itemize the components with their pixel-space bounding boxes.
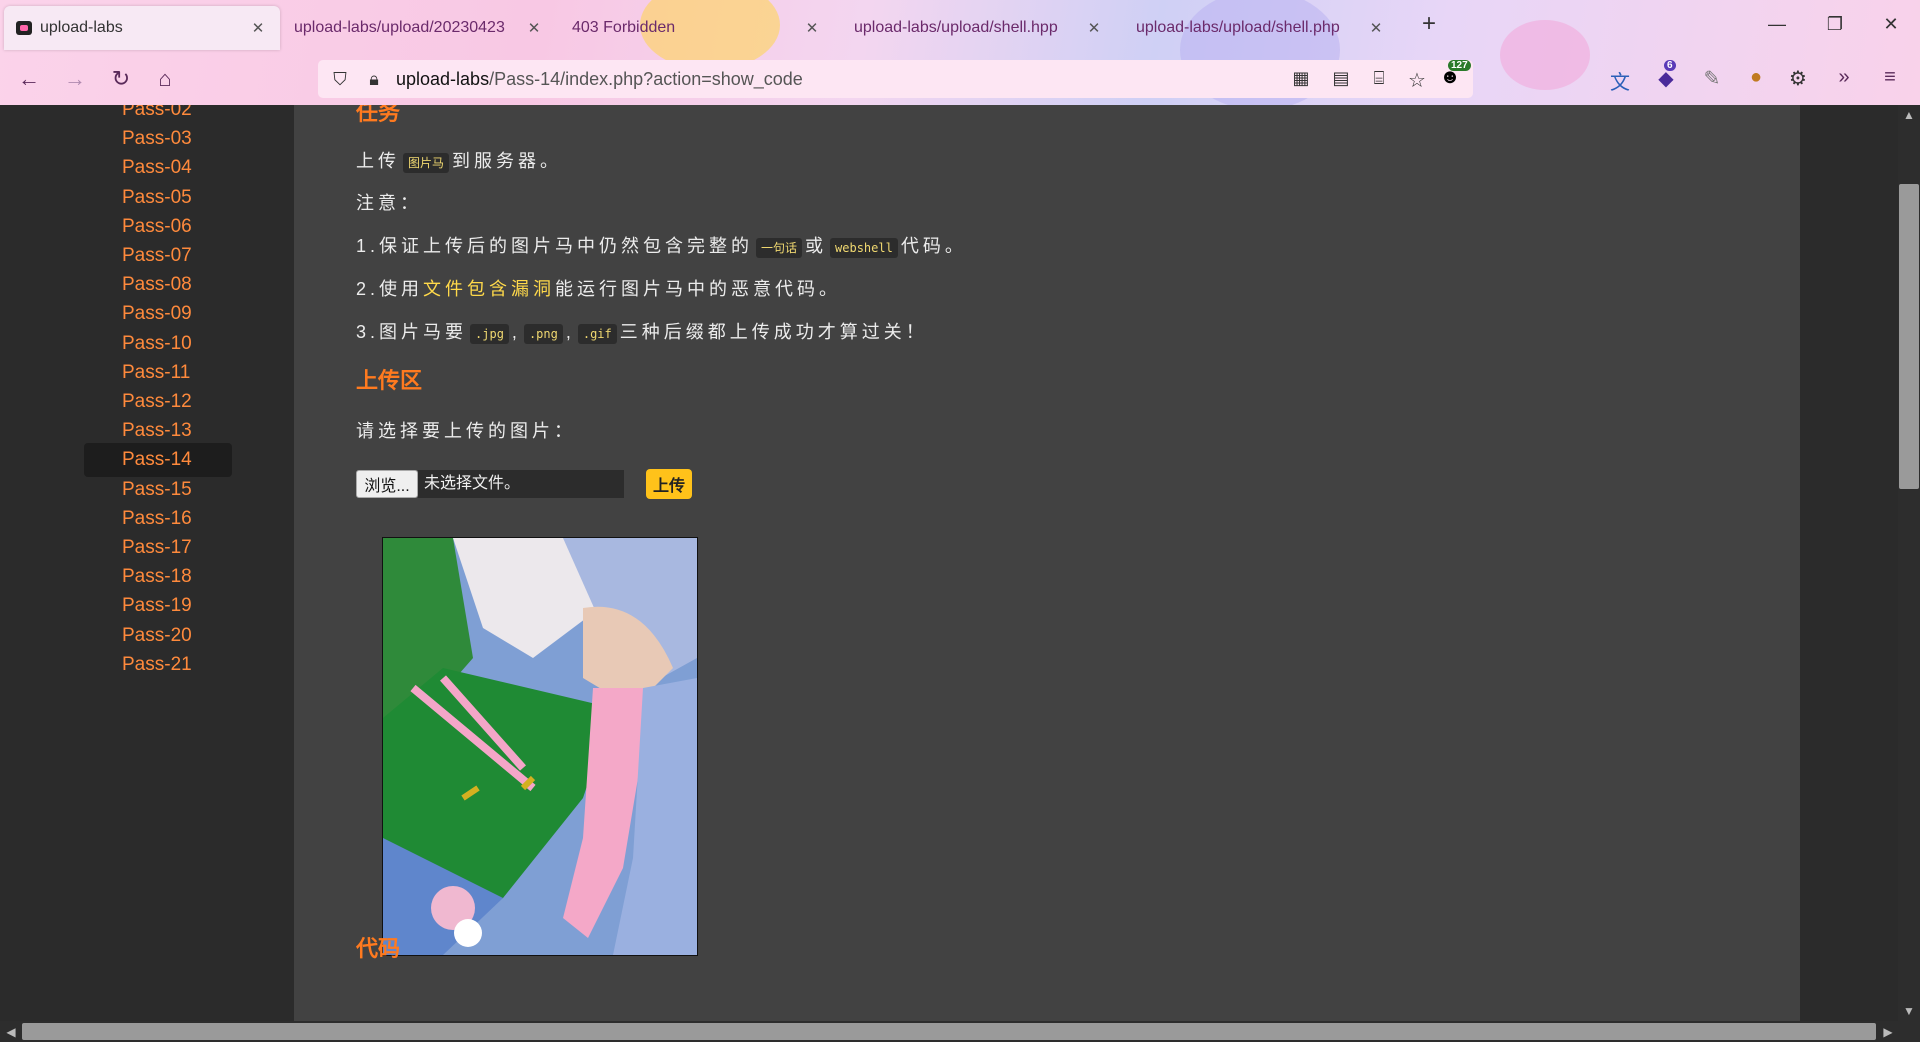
preview-image	[383, 538, 697, 955]
page-info-icon[interactable]: 🔒︎	[362, 69, 386, 90]
tab-title: upload-labs/upload/shell.hpp	[854, 19, 1058, 36]
main-panel: 任务 上传 图片马 到服务器。 注意： 1.保证上传后的图片马中仍然包含完整的 一句话…	[294, 105, 1800, 1021]
sidebar: Pass-02 Pass-03 Pass-04 Pass-05 Pass-06 Pass-…	[0, 105, 294, 1021]
note-label: 注意：	[356, 193, 422, 213]
shield-icon[interactable]: ⛉	[328, 69, 352, 90]
scroll-right-arrow-icon[interactable]: ▶	[1878, 1025, 1898, 1039]
code-tag: 图片马	[403, 153, 450, 173]
file-inclusion-link[interactable]: 文件包含漏洞	[423, 279, 555, 299]
extension-badge: 127	[1448, 60, 1471, 71]
url-path: /Pass-14/index.php?action=show_code	[489, 68, 803, 89]
tab-upload-labs[interactable]: upload-labs ✕	[4, 6, 280, 50]
cookie-icon[interactable]: ●	[1742, 66, 1770, 89]
rule-text: 2.使用	[356, 279, 424, 299]
browser-chrome: upload-labs ✕ upload-labs/upload/2023042…	[0, 0, 1920, 105]
rule-2: 2.使用文件包含漏洞能运行图片马中的恶意代码。	[356, 275, 841, 301]
overflow-chevron-icon[interactable]: »	[1830, 66, 1858, 89]
task-heading: 任务	[356, 105, 401, 125]
uploaded-image-preview	[382, 537, 698, 956]
code-tag: .jpg	[470, 324, 509, 344]
tab-title: upload-labs	[40, 19, 123, 36]
rule-text: 三种后缀都上传成功才算过关！	[619, 322, 928, 342]
extension-gear-icon[interactable]: ⚙	[1784, 66, 1812, 91]
new-tab-button[interactable]: +	[1414, 10, 1444, 38]
close-icon[interactable]: ✕	[248, 19, 268, 37]
horizontal-scroll-thumb[interactable]	[22, 1023, 1876, 1040]
code-tag: .png	[523, 324, 563, 344]
extension-badge: 6	[1664, 60, 1676, 71]
extension-puzzle-icon[interactable]: ✎	[1698, 66, 1726, 91]
rule-text: 3.图片马要	[356, 322, 468, 342]
tab-shell-hpp[interactable]: upload-labs/upload/shell.hpp ✕	[842, 6, 1116, 50]
home-icon[interactable]: ⌂	[150, 66, 180, 92]
extension-diamond-icon[interactable]: ◆ 6	[1652, 60, 1680, 91]
bookmark-star-icon[interactable]: ☆	[1404, 68, 1430, 93]
rule-text: 能运行图片马中的恶意代码。	[555, 279, 842, 299]
file-upload-row: 浏览... 未选择文件。 上传	[356, 469, 692, 499]
close-icon[interactable]: ✕	[524, 19, 544, 37]
reload-icon[interactable]: ↻	[106, 66, 136, 92]
forward-arrow-icon[interactable]: →	[60, 66, 90, 92]
task-text: 到服务器。	[452, 151, 563, 171]
scroll-down-arrow-icon[interactable]: ▼	[1899, 1004, 1919, 1018]
close-icon[interactable]: ✕	[802, 19, 822, 37]
choose-label: 请选择要上传的图片：	[356, 421, 576, 441]
navigation-bar: ← → ↻ ⌂ ⛉ 🔒︎ upload-labs/Pass-14/index.p…	[0, 54, 1920, 105]
tab-403-forbidden[interactable]: 403 Forbidden ✕	[560, 6, 834, 50]
code-heading: 代码	[356, 936, 401, 961]
code-tag: 一句话	[756, 238, 803, 258]
code-tag: webshell	[830, 238, 898, 258]
translate-icon[interactable]: ⌸	[1366, 68, 1392, 89]
translate-extension-icon[interactable]: 文	[1606, 66, 1634, 95]
back-arrow-icon[interactable]: ←	[14, 66, 44, 92]
browse-button[interactable]: 浏览...	[356, 470, 418, 498]
page-content: Pass-02 Pass-03 Pass-04 Pass-05 Pass-06 Pass-…	[0, 105, 1898, 1021]
task-text: 上传	[356, 151, 400, 171]
upload-heading: 上传区	[356, 368, 423, 393]
rule-text: 1.保证上传后的图片马中仍然包含完整的	[356, 236, 754, 256]
window-close-icon[interactable]: ✕	[1876, 14, 1906, 35]
upload-button[interactable]: 上传	[646, 469, 692, 499]
reader-view-icon[interactable]: ▤	[1328, 68, 1354, 89]
rule-1: 1.保证上传后的图片马中仍然包含完整的 一句话或 webshell 代码。	[356, 232, 967, 258]
rule-text: ,	[565, 322, 575, 342]
close-icon[interactable]: ✕	[1084, 19, 1104, 37]
tab-title: upload-labs/upload/shell.php	[1136, 19, 1340, 36]
menu-icon[interactable]: ≡	[1876, 66, 1904, 89]
code-tag: .gif	[577, 324, 617, 344]
task-line: 上传 图片马 到服务器。	[356, 147, 562, 173]
sidebar-item-pass-21[interactable]: Pass-21	[84, 648, 232, 682]
rule-text: ,	[511, 322, 521, 342]
scroll-up-arrow-icon[interactable]: ▲	[1899, 108, 1919, 122]
rule-text: 代码。	[900, 236, 967, 256]
rule-text: 或	[805, 236, 828, 256]
url-host: upload-labs	[396, 68, 490, 89]
tab-shell-php[interactable]: upload-labs/upload/shell.php ✕	[1124, 6, 1398, 50]
file-name-field[interactable]: 未选择文件。	[418, 470, 624, 498]
tab-title: upload-labs/upload/20230423	[294, 19, 505, 36]
rule-3: 3.图片马要 .jpg, .png, .gif 三种后缀都上传成功才算过关！	[356, 318, 928, 344]
minimize-icon[interactable]: —	[1762, 14, 1792, 35]
restore-icon[interactable]: ❐	[1820, 14, 1850, 35]
extension-avatar-icon[interactable]: ☻ 127	[1436, 60, 1471, 89]
qr-code-icon[interactable]: ▦	[1288, 68, 1314, 89]
vertical-scroll-thumb[interactable]	[1899, 184, 1919, 489]
scroll-left-arrow-icon[interactable]: ◀	[1, 1025, 21, 1039]
tab-favicon-icon	[16, 21, 32, 35]
address-bar[interactable]: ⛉ 🔒︎ upload-labs/Pass-14/index.php?actio…	[318, 60, 1473, 98]
tab-title: 403 Forbidden	[572, 19, 676, 36]
tab-upload-dir[interactable]: upload-labs/upload/20230423 ✕	[282, 6, 556, 50]
tab-bar: upload-labs ✕ upload-labs/upload/2023042…	[0, 0, 1920, 54]
close-icon[interactable]: ✕	[1366, 19, 1386, 37]
